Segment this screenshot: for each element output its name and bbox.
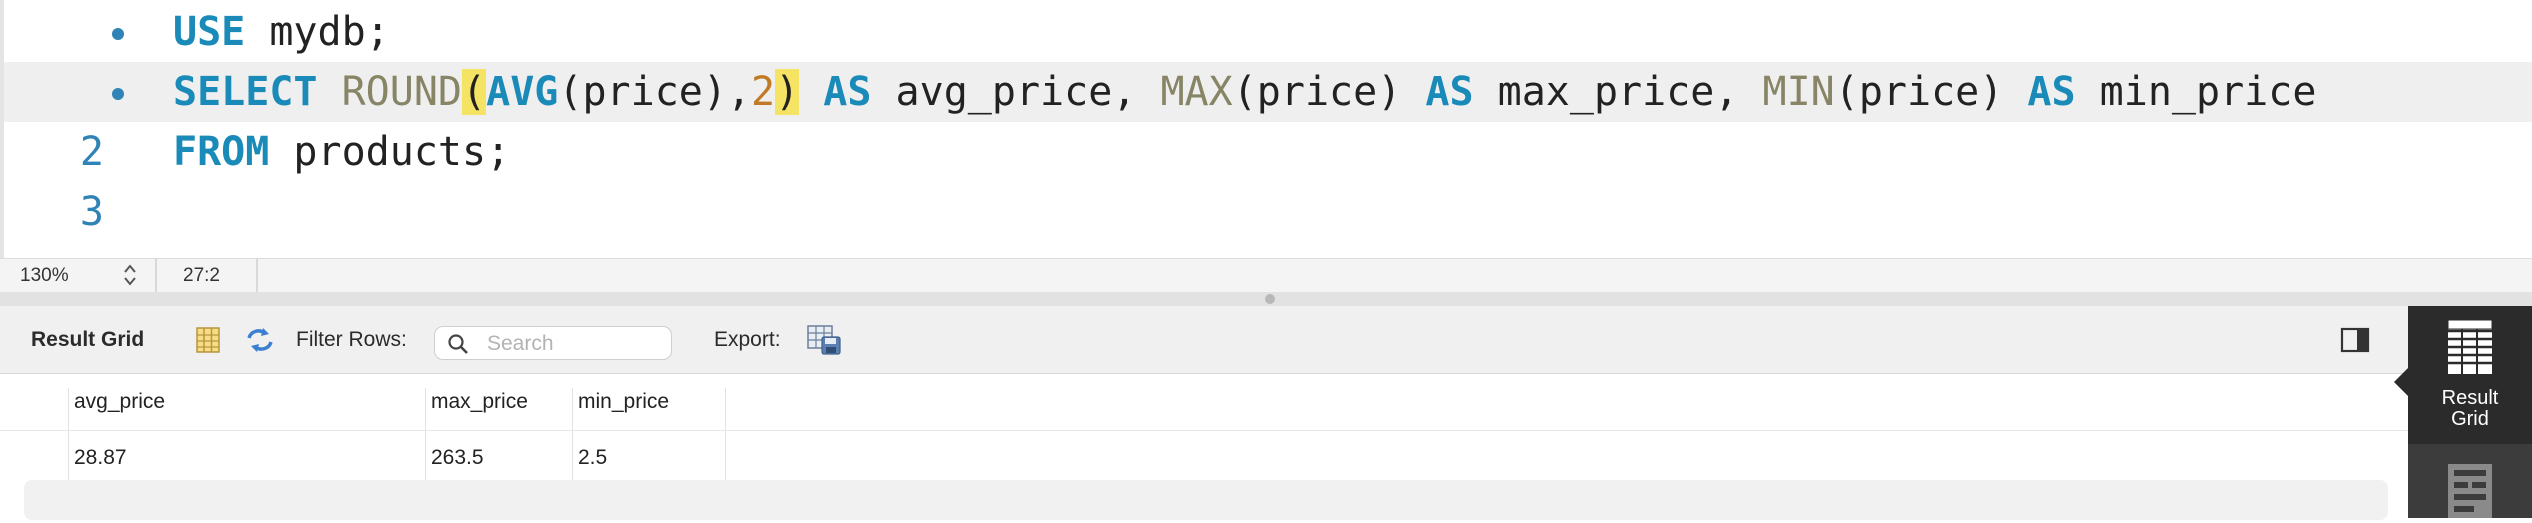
- function-token: MIN: [1762, 69, 1835, 115]
- status-divider: [256, 259, 258, 293]
- keyword-token: AS: [823, 69, 872, 115]
- cursor-position: 27:2: [183, 265, 220, 286]
- result-grid-button[interactable]: Result Grid: [2394, 306, 2532, 444]
- sql-editor[interactable]: 1 USE mydb; 2 SELECT ROUND(AVG(price),2)…: [0, 0, 2532, 258]
- editor-line-2[interactable]: 2 SELECT ROUND(AVG(price),2) AS avg_pric…: [4, 62, 2532, 175]
- result-side-panel: Result Grid: [2394, 306, 2532, 518]
- column-header[interactable]: min_price: [578, 390, 669, 414]
- zoom-stepper-icon[interactable]: [120, 262, 140, 290]
- splitter-grip-icon[interactable]: [1265, 294, 1275, 304]
- keyword-token: USE: [173, 9, 246, 55]
- table-cell[interactable]: 28.87: [74, 446, 127, 470]
- code-token: max_price,: [1473, 69, 1763, 115]
- selected-indicator: [2394, 368, 2408, 396]
- code-token: products;: [269, 129, 511, 175]
- label-line: Result: [2441, 387, 2499, 409]
- refresh-icon[interactable]: [244, 326, 276, 354]
- code-text: FROM products;: [173, 122, 510, 182]
- search-icon: [447, 333, 469, 355]
- function-token: MAX: [1160, 69, 1233, 115]
- code-token: mydb;: [245, 9, 390, 55]
- number-token: 2: [751, 69, 776, 115]
- editor-status-bar: 130% 27:2: [0, 258, 2532, 293]
- keyword-token: SELECT: [173, 69, 318, 115]
- editor-line-3[interactable]: 3 FROM products;: [4, 122, 2532, 235]
- zoom-level[interactable]: 130%: [20, 265, 69, 287]
- search-input[interactable]: [485, 330, 669, 358]
- result-grid[interactable]: avg_price max_price min_price 28.87 263.…: [0, 374, 2408, 520]
- line-number: 3: [79, 189, 104, 235]
- export-label: Export:: [714, 328, 781, 351]
- column-header[interactable]: max_price: [431, 390, 528, 414]
- statement-marker-icon: [112, 88, 124, 100]
- result-grid-button-label: Result Grid: [2408, 388, 2532, 430]
- label-line: Grid: [2451, 408, 2489, 430]
- table-cell[interactable]: 263.5: [431, 446, 484, 470]
- table-cell[interactable]: 2.5: [578, 446, 607, 470]
- function-token: ROUND: [341, 69, 463, 115]
- code-token: avg_price,: [871, 69, 1161, 115]
- code-token: (price): [1232, 69, 1426, 115]
- bracket-match: ): [775, 69, 800, 115]
- panel-toggle-icon[interactable]: [2340, 326, 2370, 354]
- code-token: min_price: [2075, 69, 2317, 115]
- filter-rows-label: Filter Rows:: [296, 328, 407, 351]
- code-text: SELECT ROUND(AVG(price),2) AS avg_price,…: [173, 62, 2316, 122]
- filter-search-field[interactable]: [434, 326, 672, 360]
- statement-marker-icon: [112, 28, 124, 40]
- result-toolbar: Result Grid Filter Rows: Export:: [0, 306, 2408, 374]
- keyword-token: AS: [1425, 69, 1474, 115]
- code-token: (price): [1834, 69, 2028, 115]
- form-editor-icon[interactable]: [2446, 462, 2494, 523]
- keyword-token: FROM: [173, 129, 270, 175]
- grid-columns-icon[interactable]: [195, 326, 221, 354]
- header-divider: [0, 430, 2408, 431]
- code-text: USE mydb;: [173, 2, 390, 62]
- result-grid-icon: [2447, 319, 2493, 374]
- empty-table-row[interactable]: [24, 480, 2388, 520]
- export-icon[interactable]: [806, 324, 842, 356]
- keyword-token: AS: [2027, 69, 2076, 115]
- code-token: (price),: [558, 69, 752, 115]
- editor-line-1[interactable]: 1 USE mydb;: [4, 2, 2532, 115]
- keyword-token: AVG: [486, 69, 559, 115]
- panel-splitter[interactable]: [0, 292, 2532, 306]
- status-divider: [155, 259, 157, 293]
- column-header[interactable]: avg_price: [74, 390, 165, 414]
- result-grid-title: Result Grid: [31, 328, 145, 351]
- bracket-match: (: [462, 69, 487, 115]
